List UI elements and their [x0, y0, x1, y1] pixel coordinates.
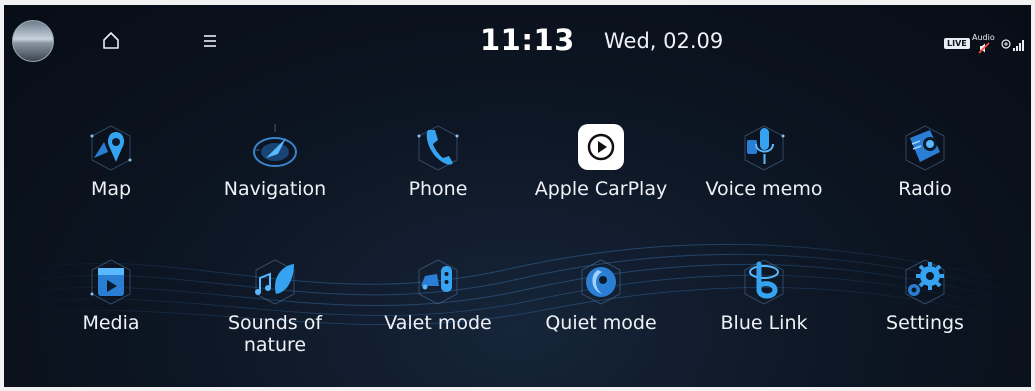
clock-time: 11:13 — [480, 23, 575, 57]
app-map[interactable]: Map — [36, 122, 186, 242]
home-button[interactable] — [96, 25, 126, 55]
app-label: Sounds of nature — [227, 312, 323, 356]
moon-icon — [581, 259, 621, 305]
bluelink-logo-icon — [744, 259, 784, 305]
microphone-icon — [744, 125, 785, 171]
app-label: Blue Link — [720, 312, 808, 334]
audio-muted-icon — [978, 42, 990, 54]
profile-avatar[interactable] — [12, 20, 54, 62]
audio-status: Audio — [972, 33, 998, 55]
car-key-icon — [418, 259, 458, 305]
live-badge: LIVE — [944, 38, 970, 49]
app-label: Navigation — [223, 178, 327, 200]
film-clip-icon — [90, 259, 131, 305]
app-voice-memo[interactable]: Voice memo — [689, 122, 839, 242]
app-label: Voice memo — [705, 178, 823, 200]
gears-icon — [905, 259, 945, 305]
map-pin-icon — [90, 125, 132, 171]
radio-waves-icon — [905, 125, 945, 171]
phone-handset-icon — [417, 125, 459, 171]
clock-date: Wed, 02.09 — [604, 29, 724, 53]
app-sounds-of-nature[interactable]: Sounds of nature — [200, 256, 350, 376]
audio-label: Audio — [972, 33, 995, 42]
app-blue-link[interactable]: Blue Link — [689, 256, 839, 376]
hamburger-menu-icon — [204, 35, 216, 47]
home-icon — [103, 32, 119, 49]
app-label: Quiet mode — [545, 312, 657, 334]
app-label: Apple CarPlay — [534, 178, 668, 200]
app-label: Radio — [898, 178, 952, 200]
app-quiet-mode[interactable]: Quiet mode — [526, 256, 676, 376]
app-label: Valet mode — [384, 312, 492, 334]
app-valet-mode[interactable]: Valet mode — [363, 256, 513, 376]
infotainment-screen: 11:13 Wed, 02.09 LIVE Audio Map Navigati… — [4, 5, 1031, 387]
app-settings[interactable]: Settings — [850, 256, 1000, 376]
app-apple-carplay[interactable]: Apple CarPlay — [526, 122, 676, 242]
compass-icon — [253, 124, 297, 167]
carplay-play-icon — [576, 122, 626, 172]
app-label: Map — [90, 178, 132, 200]
leaf-note-icon — [255, 259, 295, 305]
app-radio[interactable]: Radio — [850, 122, 1000, 242]
app-phone[interactable]: Phone — [363, 122, 513, 242]
menu-button[interactable] — [196, 27, 224, 55]
app-media[interactable]: Media — [36, 256, 186, 376]
app-label: Phone — [408, 178, 468, 200]
status-bar: 11:13 Wed, 02.09 LIVE Audio — [4, 5, 1031, 77]
app-label: Settings — [886, 312, 964, 334]
app-label: Media — [82, 312, 140, 334]
signal-strength-icon — [1001, 39, 1024, 51]
app-navigation[interactable]: Navigation — [200, 122, 350, 242]
